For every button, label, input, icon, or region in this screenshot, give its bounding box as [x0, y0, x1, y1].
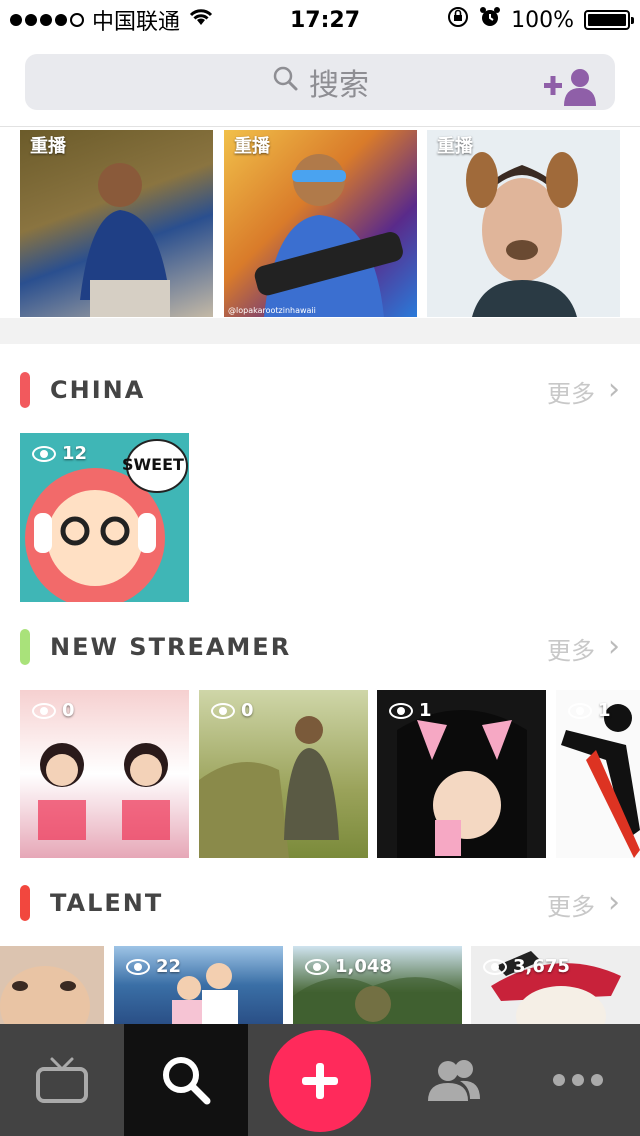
battery-percent: 100%: [511, 7, 574, 33]
search-icon: [163, 1057, 211, 1105]
alarm-icon: [479, 6, 501, 34]
stream-thumbnail[interactable]: 1: [556, 690, 640, 858]
stream-thumbnail[interactable]: 1: [377, 690, 546, 858]
eye-icon: [32, 702, 56, 719]
stream-thumbnail[interactable]: 0: [199, 690, 368, 858]
image-watermark: @lopakarootzinhawaii: [228, 306, 316, 315]
chevron-right-icon[interactable]: ›: [608, 372, 620, 407]
stream-thumbnail[interactable]: [0, 946, 104, 1024]
eye-icon: [389, 702, 413, 719]
add-friend-button[interactable]: [544, 66, 600, 106]
sweet-bubble-text: SWEET: [122, 455, 184, 474]
eye-icon: [305, 958, 329, 975]
replay-tag: 重播: [234, 136, 270, 157]
section-accent-bar: [20, 372, 30, 408]
girl-figure-image: [80, 163, 170, 317]
clock-time: 17:27: [290, 7, 361, 33]
wifi-icon: [188, 7, 214, 33]
view-count: 22: [126, 956, 181, 977]
stream-thumbnail[interactable]: 3,675: [471, 946, 640, 1024]
plus-icon: [302, 1063, 338, 1099]
search-header: 搜索: [0, 40, 640, 127]
tab-live-tv[interactable]: [0, 1024, 124, 1136]
tab-friends[interactable]: [392, 1024, 516, 1136]
search-icon: [271, 64, 299, 100]
more-icon: [553, 1074, 603, 1086]
section-title: CHINA: [50, 376, 146, 404]
tv-icon: [36, 1057, 88, 1103]
add-user-icon: [544, 69, 596, 106]
chevron-right-icon[interactable]: ›: [608, 885, 620, 920]
replay-thumbnail-2[interactable]: 重播 @lopakarootzinhawaii: [224, 130, 417, 317]
go-live-button[interactable]: [269, 1030, 371, 1132]
view-count: 1: [568, 700, 611, 721]
section-accent-bar: [20, 885, 30, 921]
replay-thumbnail-1[interactable]: 重播: [20, 130, 213, 317]
eye-icon: [483, 958, 507, 975]
guitar-player-image: [254, 154, 403, 317]
section-title: TALENT: [50, 889, 164, 917]
view-count: 12: [32, 443, 87, 464]
stream-thumbnail[interactable]: 1,048: [293, 946, 462, 1024]
stream-thumbnail[interactable]: 22: [114, 946, 283, 1024]
more-link-new-streamer[interactable]: 更多: [547, 631, 595, 666]
stream-thumbnail[interactable]: SWEET 12: [20, 433, 189, 602]
more-link-china[interactable]: 更多: [547, 374, 595, 409]
section-header-new-streamer: NEW STREAMER 更多 ›: [0, 615, 640, 675]
friends-icon: [428, 1060, 480, 1101]
search-input[interactable]: 搜索: [25, 54, 615, 110]
view-count: 3,675: [483, 956, 570, 977]
tab-search[interactable]: [124, 1024, 248, 1136]
section-header-china: CHINA 更多 ›: [0, 358, 640, 418]
carrier-label: 中国联通: [92, 10, 181, 35]
stream-thumbnail[interactable]: 0: [20, 690, 189, 858]
replay-thumbnail-3[interactable]: 重播: [427, 130, 620, 317]
tab-more[interactable]: [516, 1024, 640, 1136]
rotation-lock-icon: [447, 6, 469, 34]
eye-icon: [32, 445, 56, 462]
eye-icon: [211, 702, 235, 719]
search-placeholder: 搜索: [309, 68, 369, 103]
dog-filter-face-image: [466, 152, 578, 317]
status-bar: 中国联通 17:27 100%: [0, 0, 640, 40]
section-title: NEW STREAMER: [50, 633, 292, 661]
replay-tag: 重播: [30, 136, 66, 157]
view-count: 1: [389, 700, 432, 721]
battery-icon: [584, 10, 634, 30]
dog-filter-face-image: [0, 966, 90, 1024]
section-header-talent: TALENT 更多 ›: [0, 871, 640, 931]
bottom-tab-bar: [0, 1024, 640, 1136]
view-count: 0: [32, 700, 75, 721]
replay-tag: 重播: [437, 136, 473, 157]
view-count: 1,048: [305, 956, 392, 977]
view-count: 0: [211, 700, 254, 721]
eye-icon: [568, 702, 592, 719]
eye-icon: [126, 958, 150, 975]
section-accent-bar: [20, 629, 30, 665]
chevron-right-icon[interactable]: ›: [608, 629, 620, 664]
section-divider: [0, 318, 640, 344]
signal-strength-icon: [10, 13, 84, 27]
more-link-talent[interactable]: 更多: [547, 887, 595, 922]
